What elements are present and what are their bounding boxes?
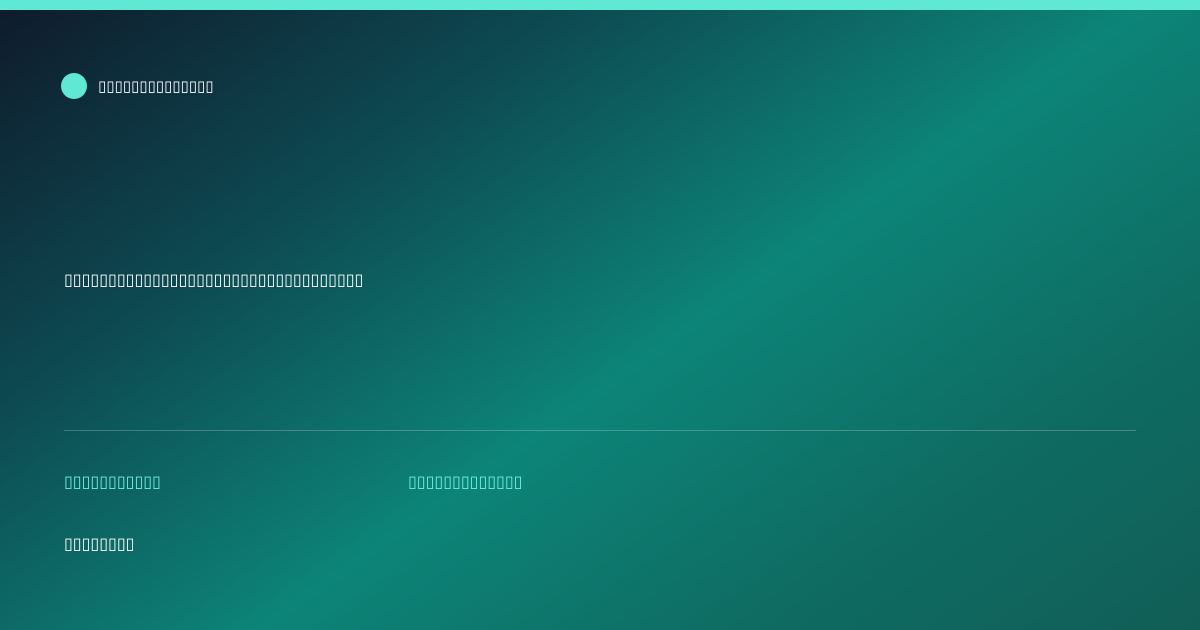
brand-name: ▯▯▯▯▯▯▯▯▯▯▯▯▯▯ [98,77,214,95]
meta-left-text: ▯▯▯▯▯▯▯▯▯▯▯ [64,472,161,491]
headline-text: ▯▯▯▯▯▯▯▯▯▯▯▯▯▯▯▯▯▯▯▯▯▯▯▯▯▯▯▯▯▯▯▯▯▯ [64,270,364,289]
meta-right-text: ▯▯▯▯▯▯▯▯▯▯▯▯▯ [408,472,523,491]
brand-header: ▯▯▯▯▯▯▯▯▯▯▯▯▯▯ [61,73,214,99]
top-accent-bar [0,0,1200,10]
section-divider [64,430,1136,431]
footer-note: ▯▯▯▯▯▯▯▯ [64,534,135,553]
brand-dot-icon [61,73,87,99]
